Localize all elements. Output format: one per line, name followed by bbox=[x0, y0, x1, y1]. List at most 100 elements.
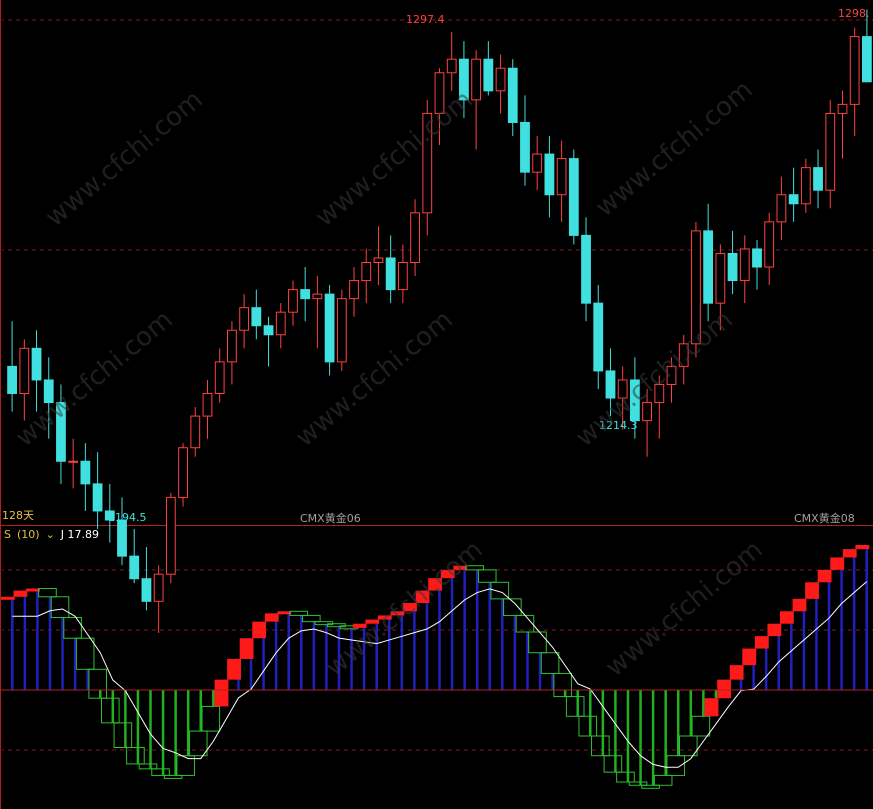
candle-body bbox=[312, 293, 323, 300]
indicator-param[interactable]: (10) bbox=[17, 528, 40, 541]
candle-body bbox=[68, 460, 79, 463]
contract-label-1: CMX黄金06 bbox=[300, 512, 361, 525]
indicator-up-box bbox=[26, 588, 40, 592]
indicator-up-box bbox=[855, 545, 870, 550]
indicator-down-box bbox=[88, 668, 108, 699]
candle-body bbox=[141, 578, 152, 602]
indicator-up-box bbox=[830, 557, 845, 570]
candle-body bbox=[446, 58, 457, 74]
candle-body bbox=[300, 289, 311, 300]
indicator-down-box bbox=[50, 596, 70, 618]
indicator-up-box bbox=[277, 611, 292, 615]
candle-body bbox=[361, 262, 372, 282]
indicator-down-box bbox=[113, 722, 133, 748]
candle-body bbox=[80, 460, 91, 485]
indicator-value: J 17.89 bbox=[60, 528, 100, 541]
high-price-label-1: 1297.4 bbox=[406, 13, 445, 26]
candle-body bbox=[825, 112, 836, 191]
indicator-up-box bbox=[817, 569, 832, 583]
candle-body bbox=[251, 307, 262, 327]
candle-body bbox=[776, 194, 787, 223]
indicator-up-box bbox=[717, 679, 732, 699]
indicator-up-box bbox=[13, 590, 28, 597]
candle-body bbox=[861, 36, 872, 83]
indicator-down-box bbox=[151, 768, 170, 776]
indicator-down-box bbox=[528, 631, 547, 654]
indicator-down-box bbox=[653, 774, 673, 786]
indicator-header: S (10) ⌄ J 17.89 bbox=[4, 528, 99, 541]
indicator-down-box bbox=[565, 696, 585, 717]
candle-body bbox=[849, 36, 860, 105]
indicator-up-box bbox=[227, 658, 241, 680]
chevron-down-icon[interactable]: ⌄ bbox=[46, 528, 55, 541]
high-price-label-2: 1298. bbox=[838, 7, 870, 20]
indicator-down-box bbox=[540, 652, 560, 674]
candle-body bbox=[556, 158, 567, 196]
candle-body bbox=[31, 347, 42, 381]
indicator-up-box bbox=[264, 613, 279, 622]
candle-body bbox=[263, 325, 274, 336]
indicator-down-box bbox=[201, 705, 221, 732]
indicator-up-box bbox=[842, 549, 857, 558]
indicator-down-box bbox=[63, 617, 82, 639]
candle-body bbox=[275, 311, 286, 336]
indicator-up-box bbox=[792, 598, 807, 612]
candle-body bbox=[471, 58, 482, 101]
candle-body bbox=[288, 289, 298, 313]
candle-body bbox=[178, 447, 188, 498]
indicator-down-box bbox=[553, 672, 572, 698]
candle-body bbox=[788, 194, 799, 205]
candle-body bbox=[227, 329, 237, 363]
candle-body bbox=[727, 252, 738, 282]
candle-body bbox=[397, 262, 408, 291]
candle-body bbox=[202, 393, 213, 417]
indicator-down-box bbox=[616, 771, 635, 783]
candle-body bbox=[507, 67, 518, 123]
indicator-down-box bbox=[302, 614, 321, 623]
low-price-label-1: 1194.5 bbox=[108, 511, 147, 524]
candle-body bbox=[153, 573, 164, 602]
indicator-up-box bbox=[729, 665, 744, 680]
candle-body bbox=[544, 153, 555, 196]
candle-body bbox=[92, 483, 103, 512]
candle-body bbox=[165, 496, 176, 575]
indicator-down-box bbox=[666, 755, 686, 776]
indicator-up-box bbox=[239, 638, 254, 659]
candle-body bbox=[190, 415, 201, 449]
candle-body bbox=[349, 280, 359, 300]
candle-body bbox=[495, 67, 506, 92]
candle-body bbox=[532, 153, 543, 173]
candle-body bbox=[336, 298, 347, 363]
indicator-down-box bbox=[100, 697, 120, 724]
indicator-up-box bbox=[704, 698, 719, 717]
candle-body bbox=[837, 103, 848, 114]
indicator-down-box bbox=[188, 730, 208, 757]
indicator-up-box bbox=[767, 623, 782, 637]
indicator-down-box bbox=[591, 735, 610, 757]
indicator-down-box bbox=[691, 715, 711, 737]
candle-body bbox=[568, 158, 579, 236]
candle-body bbox=[239, 307, 250, 331]
candle-body bbox=[520, 121, 530, 173]
candle-body bbox=[373, 257, 384, 263]
indicator-down-box bbox=[477, 569, 497, 583]
candle-body bbox=[129, 555, 140, 580]
candle-body bbox=[483, 58, 494, 92]
period-label: 128天 bbox=[2, 509, 34, 522]
candle-body bbox=[214, 361, 225, 395]
candle-body bbox=[117, 519, 127, 557]
indicator-up-box bbox=[742, 648, 757, 666]
candle-body bbox=[593, 302, 604, 372]
candle-body bbox=[385, 257, 396, 291]
candle-body bbox=[752, 248, 762, 268]
candle-body bbox=[800, 167, 811, 205]
indicator-up-box bbox=[780, 611, 794, 624]
candle-body bbox=[703, 230, 714, 304]
indicator-down-box bbox=[289, 610, 309, 616]
indicator-down-box bbox=[138, 763, 158, 770]
contract-label-2: CMX黄金08 bbox=[794, 512, 855, 525]
indicator-down-box bbox=[38, 588, 57, 598]
candle-body bbox=[410, 212, 420, 264]
indicator-down-box bbox=[75, 637, 95, 670]
indicator-up-box bbox=[214, 679, 229, 707]
